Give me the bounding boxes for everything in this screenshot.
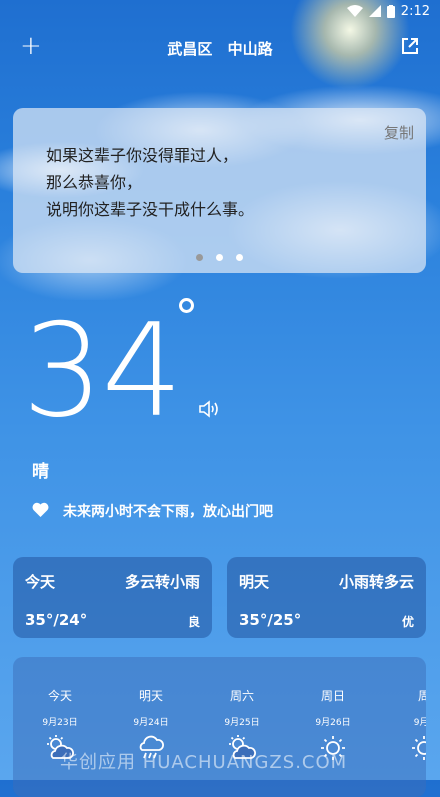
forecast-day-label: 周 xyxy=(417,689,426,703)
today-condition: 多云转小雨 xyxy=(124,573,200,591)
speaker-icon[interactable] xyxy=(197,397,221,425)
status-bar: 2:12 xyxy=(0,0,440,22)
forecast-date: 9月24日 xyxy=(133,718,169,728)
today-day-label: 今天 xyxy=(25,573,56,591)
forecast-day[interactable]: 周日 9月26日 xyxy=(293,657,373,762)
forecast-date: 9月23日 xyxy=(42,718,78,728)
today-aqi: 良 xyxy=(187,615,200,629)
tomorrow-card[interactable]: 明天 小雨转多云 35°/25° 优 xyxy=(227,557,426,638)
signal-icon xyxy=(368,5,381,17)
quote-line: 如果这辈子你没得罪过人， xyxy=(46,146,239,165)
forecast-date: 9月26日 xyxy=(315,718,351,728)
forecast-day-label: 周六 xyxy=(229,689,254,703)
forecast-day-label: 明天 xyxy=(138,689,163,703)
rain-tip: 未来两小时不会下雨，放心出门吧 xyxy=(32,501,273,521)
street-label: 中山路 xyxy=(227,40,273,58)
quote-line: 说明你这辈子没干成什么事。 xyxy=(46,200,255,219)
heart-icon xyxy=(32,502,49,521)
tip-text: 未来两小时不会下雨，放心出门吧 xyxy=(63,504,273,520)
status-time: 2:12 xyxy=(400,3,430,19)
tomorrow-aqi: 优 xyxy=(401,615,414,629)
location-title[interactable]: 武昌区 中山路 xyxy=(0,38,440,59)
tomorrow-condition: 小雨转多云 xyxy=(338,573,414,591)
forecast-day-label: 周日 xyxy=(320,689,345,703)
watermark: 华创应用 HUACHUANGZS.COM xyxy=(60,752,348,773)
sun-icon xyxy=(384,734,426,762)
tomorrow-day-label: 明天 xyxy=(239,573,270,591)
page-dot[interactable] xyxy=(216,254,223,261)
current-condition: 晴 xyxy=(32,462,49,482)
copy-button[interactable]: 复制 xyxy=(384,122,414,143)
tomorrow-temp-range: 35°/25° xyxy=(239,611,302,629)
forecast-date: 9月25日 xyxy=(224,718,260,728)
page-dot[interactable] xyxy=(236,254,244,261)
forecast-day-label: 今天 xyxy=(47,689,72,703)
current-temperature: 34 xyxy=(22,297,183,446)
top-header: + 武昌区 中山路 xyxy=(0,32,440,62)
quote-card[interactable]: 复制 如果这辈子你没得罪过人， 那么恭喜你， 说明你这辈子没干成什么事。 xyxy=(13,108,426,273)
district-label: 武昌区 xyxy=(167,40,213,58)
share-icon[interactable] xyxy=(400,36,420,60)
quote-line: 那么恭喜你， xyxy=(46,173,143,192)
forecast-panel[interactable]: 今天 9月23日 明天 9月24日 周六 9月25日 周日 9月26日 周 9月 xyxy=(13,657,426,797)
forecast-day[interactable]: 今天 9月23日 xyxy=(20,657,100,760)
today-card[interactable]: 今天 多云转小雨 35°/24° 良 xyxy=(13,557,212,638)
page-dot[interactable] xyxy=(195,254,203,261)
battery-icon xyxy=(386,4,395,18)
page-indicator xyxy=(13,246,426,265)
forecast-day[interactable]: 周六 9月25日 xyxy=(202,657,282,760)
forecast-day[interactable]: 明天 9月24日 xyxy=(111,657,191,760)
forecast-date: 9月2 xyxy=(413,718,426,728)
forecast-day[interactable]: 周 9月2 xyxy=(384,657,426,762)
degree-symbol xyxy=(179,298,194,313)
wifi-icon xyxy=(346,5,363,17)
quote-text: 如果这辈子你没得罪过人， 那么恭喜你， 说明你这辈子没干成什么事。 xyxy=(46,142,254,223)
today-temp-range: 35°/24° xyxy=(25,611,88,629)
